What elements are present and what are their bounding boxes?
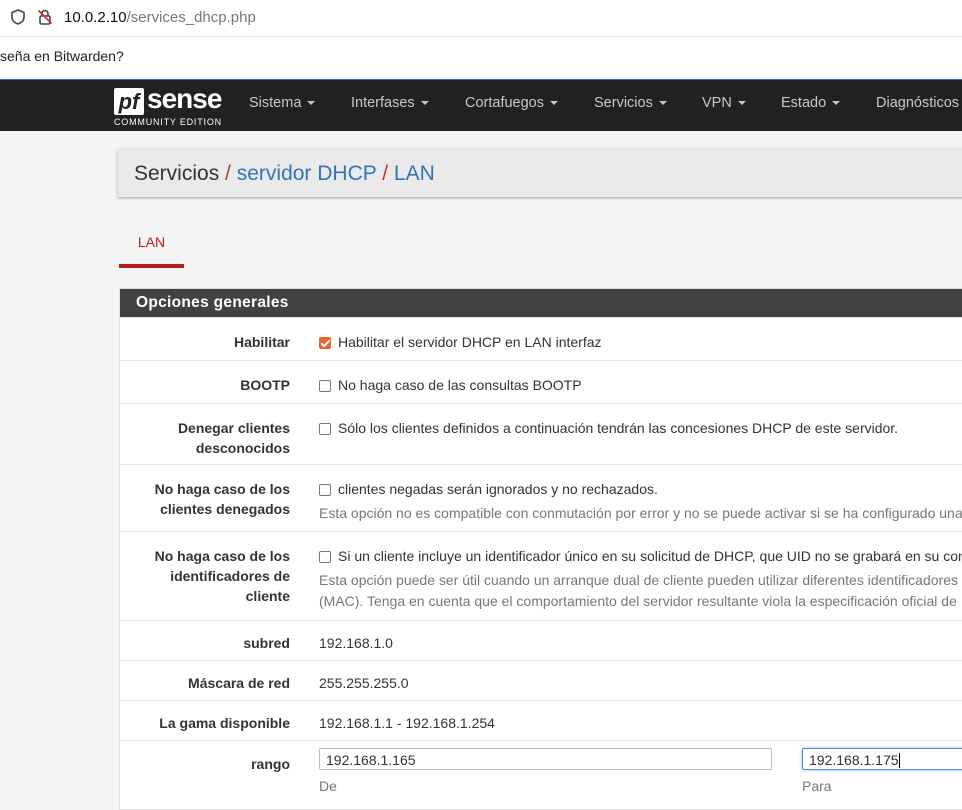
caret-down-icon [832,101,841,106]
breadcrumb-link-dhcp[interactable]: servidor DHCP [237,162,377,185]
range-from-label: De [319,778,337,794]
label-rango: rango [251,756,290,772]
row-habilitar: Habilitar Habilitar el servidor DHCP en … [120,317,962,360]
row-denegar-desconocidos: Denegar clientes desconocidos Sólo los c… [120,403,962,464]
checkbox-denegar-desconocidos[interactable] [319,423,331,435]
range-to-input[interactable]: 192.168.1.175 [802,748,962,770]
range-to-value: 192.168.1.175 [809,752,899,768]
caret-down-icon [550,101,558,106]
text-cursor [898,753,900,768]
checkbox-ignorar-identificadores[interactable] [319,551,331,563]
label-subred: subred [243,635,290,651]
nav-estado[interactable]: Estado [781,95,841,111]
row-gama-disponible: La gama disponible 192.168.1.1 - 192.168… [120,700,962,740]
panel-title: Opciones generales [136,294,289,311]
nav-cortafuegos[interactable]: Cortafuegos [465,95,558,111]
hint-ignorar-identificadores-2: (MAC). Tenga en cuenta que el comportami… [319,593,957,609]
bitwarden-notification-text: seña en Bitwarden? [0,48,124,64]
pfsense-logo[interactable]: pf sense COMMUNITY EDITION [114,83,224,128]
row-mascara: Máscara de red 255.255.255.0 [120,660,962,700]
caret-down-icon [737,101,746,106]
hint-ignorar-identificadores-1: Esta opción puede ser útil cuando un arr… [319,572,962,588]
option-ignorar-denegados[interactable]: clientes negadas serán ignorados y no re… [319,479,658,499]
row-ignorar-denegados: No haga caso de los clientes denegados c… [120,464,962,531]
nav-interfases[interactable]: Interfases [351,95,429,111]
checkbox-habilitar[interactable] [319,337,331,349]
option-habilitar[interactable]: Habilitar el servidor DHCP en LAN interf… [319,332,602,352]
tab-lan-label: LAN [137,234,166,250]
browser-url-bar: 10.0.2.10/services_dhcp.php [0,0,962,37]
option-denegar-desconocidos[interactable]: Sólo los clientes definidos a continuaci… [319,418,898,438]
label-denegar-desconocidos: Denegar clientes desconocidos [177,420,290,456]
logo-wordmark: sense [147,83,222,114]
breadcrumb: Servicios / servidor DHCP / LAN [118,149,962,197]
range-from-input[interactable]: 192.168.1.165 [319,748,772,770]
nav-vpn[interactable]: VPN [702,95,746,111]
label-ignorar-denegados: No haga caso de los clientes denegados [154,481,290,517]
bitwarden-notification-bar: seña en Bitwarden? [0,37,962,81]
caret-down-icon [658,101,667,106]
value-gama-disponible: 192.168.1.1 - 192.168.1.254 [319,715,495,731]
top-navbar: pf sense COMMUNITY EDITION Sistema Inter… [0,80,962,131]
breadcrumb-separator: / [225,162,231,185]
hint-ignorar-denegados: Esta opción no es compatible con conmuta… [319,505,962,521]
url-text[interactable]: 10.0.2.10/services_dhcp.php [64,9,256,26]
general-options-panel: Opciones generales Habilitar Habilitar e… [119,288,962,810]
checkbox-ignorar-denegados[interactable] [319,484,331,496]
row-ignorar-identificadores: No haga caso de los identificadores de c… [120,531,962,620]
label-bootp: BOOTP [240,377,290,393]
row-subred: subred 192.168.1.0 [120,620,962,660]
tab-lan[interactable]: LAN [119,222,184,268]
value-subred: 192.168.1.0 [319,635,393,651]
logo-edition: COMMUNITY EDITION [114,117,222,127]
caret-down-icon [420,101,429,106]
breadcrumb-separator: / [382,162,389,185]
row-bootp: BOOTP No haga caso de las consultas BOOT… [120,360,962,403]
option-ignorar-identificadores[interactable]: Si un cliente incluye un identificador ú… [319,546,962,566]
shield-icon[interactable] [9,8,27,26]
caret-down-icon [307,101,316,106]
nav-sistema[interactable]: Sistema [249,95,316,111]
insecure-lock-icon[interactable] [36,8,54,26]
logo-pf-mark: pf [114,88,144,115]
row-rango: rango 192.168.1.165 192.168.1.175 De Par… [120,740,962,810]
option-bootp[interactable]: No haga caso de las consultas BOOTP [319,375,582,395]
value-mascara: 255.255.255.0 [319,675,409,691]
nav-servicios[interactable]: Servicios [594,95,667,111]
label-gama-disponible: La gama disponible [159,715,290,731]
breadcrumb-root: Servicios [134,162,220,185]
url-host: 10.0.2.10 [64,9,127,26]
label-mascara: Máscara de red [188,675,290,691]
label-ignorar-identificadores: No haga caso de los identificadores de c… [154,548,290,604]
nav-diagnosticos[interactable]: Diagnósticos [876,95,959,111]
panel-header: Opciones generales [120,289,962,317]
range-to-label: Para [802,778,832,794]
url-path: /services_dhcp.php [126,9,256,26]
label-habilitar: Habilitar [233,334,290,350]
breadcrumb-link-lan[interactable]: LAN [394,162,435,185]
checkbox-bootp[interactable] [319,380,331,392]
